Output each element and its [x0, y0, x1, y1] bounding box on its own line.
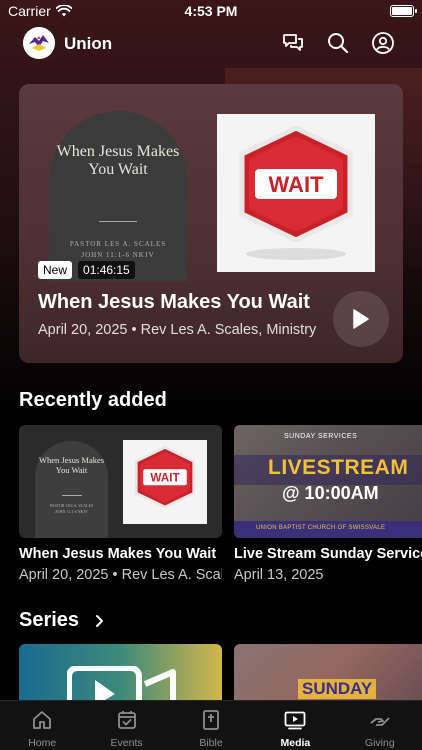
thumb-arch-divider: [62, 495, 82, 496]
tab-home[interactable]: Home: [0, 701, 84, 750]
wait-sign-icon: WAIT: [134, 445, 196, 509]
featured-artwork: When Jesus Makes You Wait PASTOR LES A. …: [19, 84, 403, 281]
recent-item-title[interactable]: When Jesus Makes You Wait: [19, 546, 222, 562]
tab-media[interactable]: Media: [253, 701, 337, 750]
battery-icon: [390, 5, 417, 17]
tab-giving[interactable]: Giving: [338, 701, 422, 750]
arch-pastor: PASTOR LES A. SCALES: [69, 240, 167, 248]
calendar-icon: [117, 711, 136, 729]
app-header: Union: [0, 26, 422, 62]
featured-title: When Jesus Makes You Wait: [38, 291, 310, 313]
series-item-thumbnail[interactable]: SUNDAY: [234, 644, 422, 704]
recent-item-thumbnail[interactable]: SUNDAY SERVICES LIVESTREAM @ 10:00AM UNI…: [234, 425, 422, 538]
thumb-wait-image: WAIT: [123, 440, 207, 524]
tab-bible[interactable]: Bible: [169, 701, 253, 750]
duration-badge: 01:46:15: [78, 261, 135, 279]
arch-title: When Jesus Makes You Wait: [56, 143, 180, 178]
tab-label: Media: [280, 737, 311, 749]
tab-events[interactable]: Events: [84, 701, 168, 750]
livestream-label: LIVESTREAM: [268, 456, 409, 479]
thumb-arch-subtitle: PASTOR LES A. SCALES JOHN 11:1-6 NKJV: [35, 503, 108, 515]
recently-added-heading: Recently added: [19, 389, 167, 411]
chat-icon[interactable]: [281, 31, 305, 55]
livestream-church: UNION BAPTIST CHURCH OF SWISSVALE: [256, 525, 386, 531]
recent-item-meta: April 13, 2025: [234, 567, 324, 583]
sermon-title-arch: When Jesus Makes You Wait PASTOR LES A. …: [49, 111, 187, 281]
wait-sign-image: WAIT: [217, 114, 375, 272]
account-icon[interactable]: [371, 31, 395, 55]
video-camera-icon: [67, 666, 176, 704]
tab-label: Bible: [199, 737, 223, 749]
livestream-time: @ 10:00AM: [282, 483, 379, 503]
giving-icon: [370, 717, 390, 726]
thumb-wait-text: WAIT: [150, 471, 180, 484]
play-button[interactable]: [333, 291, 389, 347]
arch-scripture: JOHN 11:1-6 NKJV: [81, 251, 155, 259]
series-art-text: SUNDAY: [298, 679, 377, 699]
arch-divider: [99, 221, 137, 222]
tab-label: Home: [28, 737, 57, 749]
wait-sign-icon: WAIT: [239, 125, 353, 260]
wait-sign-text: WAIT: [269, 172, 325, 197]
recent-item-thumbnail[interactable]: When Jesus Makes You Wait PASTOR LES A. …: [19, 425, 222, 538]
bible-icon: [203, 710, 219, 730]
app-title: Union: [64, 34, 113, 53]
arch-subtitle: PASTOR LES A. SCALES JOHN 11:1-6 NKJV: [49, 239, 187, 261]
livestream-kicker: SUNDAY SERVICES: [284, 433, 358, 440]
thumb-arch-title: When Jesus Makes You Wait: [38, 455, 105, 475]
status-time: 4:53 PM: [184, 3, 238, 19]
recent-item-title[interactable]: Live Stream Sunday Services: [234, 546, 422, 562]
series-item-thumbnail[interactable]: [19, 644, 222, 704]
featured-sermon-card[interactable]: When Jesus Makes You Wait PASTOR LES A. …: [19, 84, 403, 363]
featured-meta: April 20, 2025 • Rev Les A. Scales, Mini…: [38, 322, 317, 338]
featured-badges: New 01:46:15: [38, 261, 135, 279]
tab-label: Events: [110, 737, 143, 749]
new-badge: New: [38, 261, 73, 279]
series-heading[interactable]: Series: [19, 609, 79, 632]
tab-label: Giving: [364, 737, 395, 749]
chevron-right-icon[interactable]: [95, 614, 105, 628]
home-icon: [33, 711, 52, 729]
thumb-arch-scripture: JOHN 11:1-6 NKJV: [55, 509, 88, 514]
recent-item-meta: April 20, 2025 • Rev Les A. Scales: [19, 567, 222, 583]
media-icon: [284, 711, 306, 730]
play-icon: [353, 309, 369, 329]
dove-logo-icon: [23, 27, 55, 59]
search-icon[interactable]: [326, 31, 350, 55]
status-bar: Carrier 4:53 PM: [0, 0, 422, 22]
thumb-arch: When Jesus Makes You Wait PASTOR LES A. …: [35, 441, 108, 538]
church-logo[interactable]: [23, 27, 55, 59]
tab-bar: Home Events Bible Media Giving: [0, 700, 422, 750]
